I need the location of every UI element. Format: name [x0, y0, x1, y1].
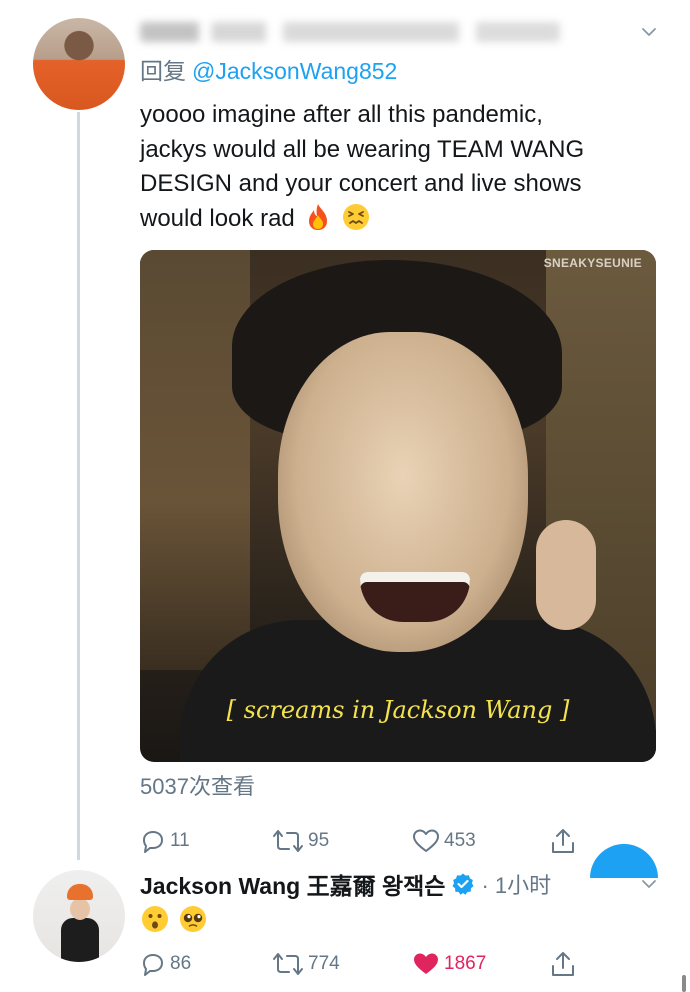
- retweet-count: 774: [308, 953, 340, 974]
- reply-to-line: 回复 @JacksonWang852: [140, 56, 397, 86]
- reply-count: 11: [170, 830, 190, 851]
- media-caption: [ screams in Jackson Wang ]: [226, 696, 570, 724]
- avatar[interactable]: [33, 870, 125, 962]
- tweet-text-line: would look rad: [140, 202, 660, 237]
- share-icon: [552, 952, 574, 976]
- blurred-user-header: [140, 22, 560, 42]
- hushed-face-emoji-icon: [142, 906, 168, 932]
- share-button[interactable]: [550, 826, 576, 856]
- avatar-figure-body: [61, 918, 99, 962]
- avatar[interactable]: [33, 18, 125, 110]
- reply-count: 86: [170, 953, 192, 974]
- reply-mention-link[interactable]: @JacksonWang852: [192, 58, 397, 84]
- tweet-text-line: DESIGN and your concert and live shows: [140, 170, 582, 197]
- thread-connector-line: [77, 112, 80, 860]
- media-background: [140, 250, 250, 670]
- tweet-thread-page: 回复 @JacksonWang852 yoooo imagine after al…: [0, 0, 690, 992]
- fire-emoji-icon: [308, 203, 327, 230]
- chevron-down-icon[interactable]: [641, 24, 657, 40]
- avatar-figure-hat: [67, 884, 93, 900]
- like-count: 1867: [444, 953, 487, 974]
- reply-author-row: Jackson Wang 王嘉爾 왕잭슨 · 1小时: [140, 868, 551, 900]
- scrollbar[interactable]: [682, 975, 686, 992]
- heart-icon: [413, 829, 439, 852]
- display-name[interactable]: Jackson Wang 王嘉爾 왕잭슨: [140, 867, 445, 901]
- reply-text: [140, 904, 216, 934]
- share-button[interactable]: [550, 949, 576, 979]
- view-count: 5037次查看: [140, 774, 255, 799]
- tweet-text-line: jackys would all be wearing TEAM WANG: [140, 135, 585, 163]
- media-watermark: SNEAKYSEUNIE: [543, 256, 642, 270]
- like-button[interactable]: 1867: [412, 949, 486, 979]
- chevron-down-icon[interactable]: [641, 876, 657, 892]
- verified-badge-icon: [452, 873, 474, 895]
- reply-action-bar: 86 774 1867: [140, 949, 660, 979]
- retweet-button[interactable]: 95: [272, 826, 329, 856]
- retweet-count: 95: [308, 830, 330, 851]
- tweet-media-gif[interactable]: SNEAKYSEUNIE [ screams in Jackson Wang ]: [140, 250, 656, 762]
- tweet-text-line: yoooo imagine after all this pandemic,: [140, 101, 543, 128]
- tweet-timestamp[interactable]: · 1小时: [481, 868, 551, 900]
- heart-filled-icon: [414, 953, 438, 974]
- tweet-action-bar: 11 95 453: [140, 826, 660, 856]
- share-icon: [552, 829, 574, 853]
- reply-button[interactable]: 11: [140, 826, 190, 856]
- avatar-figure-face: [70, 898, 90, 920]
- reply-button[interactable]: 86: [140, 949, 191, 979]
- reply-icon: [143, 831, 163, 853]
- like-count: 453: [444, 830, 476, 851]
- media-figure-hand: [536, 520, 596, 630]
- retweet-icon: [273, 953, 303, 975]
- confounded-face-emoji-icon: [342, 203, 369, 230]
- retweet-button[interactable]: 774: [272, 949, 340, 979]
- retweet-icon: [273, 830, 303, 852]
- reply-prefix: 回复: [140, 58, 186, 84]
- pleading-face-emoji-icon: [180, 906, 206, 932]
- tweet-text: yoooo imagine after all this pandemic, j…: [140, 98, 660, 236]
- like-button[interactable]: 453: [412, 826, 476, 856]
- tweet-text-last-words: would look rad: [140, 204, 295, 232]
- reply-icon: [143, 954, 163, 976]
